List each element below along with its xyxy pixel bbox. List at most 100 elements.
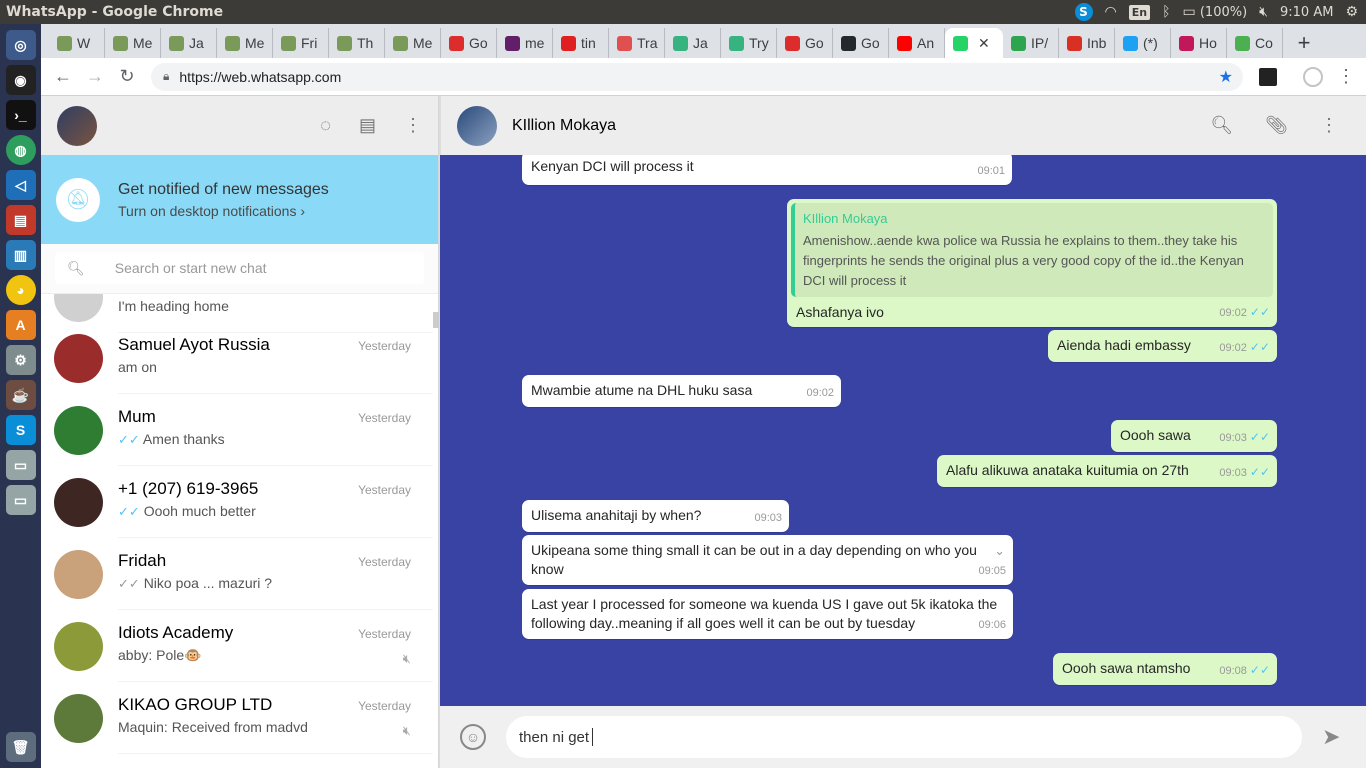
menu-icon[interactable]: ⋮ xyxy=(404,115,422,136)
message-input-text[interactable]: then ni get xyxy=(519,729,589,746)
settings-gear-icon[interactable]: ⚙ xyxy=(1345,4,1358,20)
message-input[interactable]: then ni get xyxy=(506,716,1302,758)
chrome-icon[interactable]: ◕ xyxy=(5,275,36,305)
dash-icon[interactable]: ◎ xyxy=(5,30,36,60)
browser-tab[interactable]: An xyxy=(889,28,945,58)
chat-list-item[interactable]: Idiots Academy Yesterday abby: Pole🐵 🔇︎ xyxy=(41,610,433,682)
status-icon[interactable]: ◌ xyxy=(320,115,331,136)
chat-list-item[interactable]: Emman AtienoYesterdayI'm heading home xyxy=(41,294,433,333)
system-settings-icon[interactable]: ⚙ xyxy=(5,345,36,375)
vscode-icon[interactable]: ◁ xyxy=(5,170,36,200)
browser-tab[interactable]: Me xyxy=(385,28,441,58)
browser-menu-icon[interactable]: ⋮ xyxy=(1337,66,1355,87)
browser-tab[interactable]: Me xyxy=(105,28,161,58)
chat-list-item[interactable]: Samuel Ayot Russia Yesterday am on xyxy=(41,322,433,394)
chat-avatar[interactable] xyxy=(54,294,103,322)
outgoing-message[interactable]: Oooh sawa ntamsho 09:08 ✓✓ xyxy=(1053,653,1277,685)
contact-avatar[interactable] xyxy=(457,105,497,146)
browser-tab[interactable]: Go xyxy=(441,28,497,58)
chat-avatar[interactable] xyxy=(54,549,103,599)
chat-item-body[interactable]: Samuel Ayot Russia Yesterday am on xyxy=(118,322,433,394)
outgoing-message[interactable]: Aienda hadi embassy 09:02 ✓✓ xyxy=(1048,330,1277,362)
software-center-icon[interactable]: A xyxy=(5,310,36,340)
browser-tab[interactable]: Ja xyxy=(665,28,721,58)
chat-list-item[interactable]: Mum Yesterday ✓✓ Amen thanks xyxy=(41,394,433,466)
browser-tab[interactable]: W xyxy=(49,28,105,58)
bookmark-star-icon[interactable]: ★ xyxy=(1219,67,1243,87)
drive-2-icon[interactable]: ▭ xyxy=(5,485,36,515)
browser-tab[interactable]: Ho xyxy=(1171,28,1227,58)
skype-tray-icon[interactable]: S xyxy=(1074,3,1093,21)
browser-tab[interactable]: Ja xyxy=(161,28,217,58)
incoming-message[interactable]: Mwambie atume na DHL huku sasa 09:02 xyxy=(522,375,841,407)
back-arrow-icon[interactable]: ← xyxy=(47,66,79,87)
tab-close-icon[interactable]: ✕ xyxy=(978,35,990,52)
browser-tab[interactable]: Th xyxy=(329,28,385,58)
browser-tab[interactable]: Try xyxy=(721,28,777,58)
chat-avatar[interactable] xyxy=(54,693,103,743)
browser-tab[interactable]: Inb xyxy=(1059,28,1115,58)
bluetooth-icon[interactable]: ᛒ xyxy=(1162,4,1170,20)
notification-banner[interactable]: 🔕︎ Get notified of new messages Turn on … xyxy=(41,155,438,244)
chat-avatar[interactable] xyxy=(54,405,103,455)
browser-tab[interactable]: (*) xyxy=(1115,28,1171,58)
chat-list-item[interactable]: KIKAO GROUP LTD Yesterday Maquin: Received… xyxy=(41,682,433,754)
search-placeholder[interactable]: Search or start new chat xyxy=(115,260,267,276)
skype-launcher-icon[interactable]: S xyxy=(5,415,36,445)
chevron-down-icon[interactable]: ⌄ xyxy=(994,541,1005,560)
url-text[interactable]: https://web.whatsapp.com xyxy=(179,69,1218,85)
web-app-icon[interactable]: ◍ xyxy=(5,135,36,165)
quoted-message[interactable]: KIllion Mokaya Amenishow..aende kwa polic… xyxy=(791,203,1273,297)
incoming-message[interactable]: Kenyan DCI will process it 09:01 xyxy=(522,155,1012,185)
browser-tab[interactable]: Fri xyxy=(273,28,329,58)
browser-tab[interactable]: IP/ xyxy=(1003,28,1059,58)
new-tab-button[interactable]: + xyxy=(1289,28,1319,58)
terminal-icon[interactable]: ›_ xyxy=(5,100,36,130)
chat-list-scrollbar[interactable] xyxy=(433,312,439,328)
conversation-menu-icon[interactable]: ⋮ xyxy=(1320,115,1338,136)
browser-tab[interactable]: me xyxy=(497,28,553,58)
incoming-message[interactable]: Last year I processed for someone wa kue… xyxy=(522,589,1013,639)
incoming-message[interactable]: Ukipeana some thing small it can be out … xyxy=(522,535,1013,585)
search-input[interactable]: 🔍︎ Search or start new chat xyxy=(55,252,424,284)
chat-list-item[interactable]: +1 (207) 619-3965 Yesterday ✓✓ Oooh much b… xyxy=(41,466,433,538)
send-icon[interactable]: ➤ xyxy=(1322,724,1340,750)
attach-icon[interactable]: 📎︎ xyxy=(1265,115,1288,136)
browser-tab[interactable]: Go xyxy=(777,28,833,58)
outgoing-message[interactable]: Alafu alikuwa anataka kuitumia on 27th 09… xyxy=(937,455,1277,487)
chat-item-body[interactable]: Mum Yesterday ✓✓ Amen thanks xyxy=(118,394,433,466)
chat-avatar[interactable] xyxy=(54,333,103,383)
trash-icon[interactable]: 🗑︎ xyxy=(5,732,36,762)
search-messages-icon[interactable]: 🔍︎ xyxy=(1210,115,1233,136)
chat-item-body[interactable]: Idiots Academy Yesterday abby: Pole🐵 🔇︎ xyxy=(118,610,433,682)
drive-icon[interactable]: ▭ xyxy=(5,450,36,480)
browser-tab[interactable]: Co xyxy=(1227,28,1283,58)
outgoing-message[interactable]: Oooh sawa 09:03 ✓✓ xyxy=(1111,420,1277,452)
browser-tab[interactable]: Tra xyxy=(609,28,665,58)
tab-whatsapp[interactable]: ✕ xyxy=(945,28,1003,58)
keyboard-layout-indicator[interactable]: En xyxy=(1128,4,1151,20)
browser-tab[interactable]: tin xyxy=(553,28,609,58)
browser-tab[interactable]: Go xyxy=(833,28,889,58)
wifi-icon[interactable]: ◠ xyxy=(1105,4,1117,20)
conversation-header[interactable]: KIllion Mokaya 🔍︎ 📎︎ ⋮ xyxy=(440,96,1366,155)
incoming-message[interactable]: Ulisema anahitaji by when? 09:03 xyxy=(522,500,789,532)
chat-item-body[interactable]: KIKAO GROUP LTD Yesterday Maquin: Received… xyxy=(118,682,433,754)
browser-tab[interactable]: Me xyxy=(217,28,273,58)
new-chat-icon[interactable]: ▤ xyxy=(359,115,376,136)
enable-notifications-link[interactable]: Turn on desktop notifications › xyxy=(118,203,329,219)
clock[interactable]: 9:10 AM xyxy=(1280,5,1333,20)
lock-icon[interactable]: 🔒︎ xyxy=(163,69,169,84)
volume-muted-icon[interactable]: 🔇︎ xyxy=(1259,4,1268,20)
window-app-icon[interactable]: ▤ xyxy=(5,205,36,235)
chat-item-body[interactable]: +1 (207) 619-3965 Yesterday ✓✓ Oooh much b… xyxy=(118,466,433,538)
document-viewer-icon[interactable]: ▥ xyxy=(5,240,36,270)
extension-icon[interactable] xyxy=(1259,67,1277,86)
emoji-icon[interactable]: ☺ xyxy=(460,724,486,750)
profile-icon[interactable] xyxy=(1303,66,1323,87)
address-bar[interactable]: 🔒︎ https://web.whatsapp.com ★ xyxy=(151,62,1243,91)
outgoing-message[interactable]: KIllion Mokaya Amenishow..aende kwa polic… xyxy=(787,199,1277,327)
forward-arrow-icon[interactable]: → xyxy=(79,66,111,87)
my-avatar[interactable] xyxy=(57,105,97,146)
contact-name[interactable]: KIllion Mokaya xyxy=(512,117,616,135)
